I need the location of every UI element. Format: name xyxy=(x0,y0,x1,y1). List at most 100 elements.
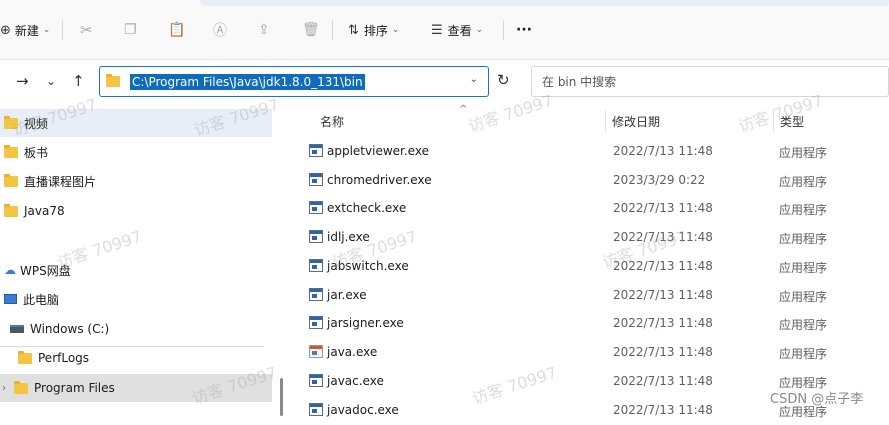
file-row[interactable]: jarsigner.exe 2022/7/13 11:48 应用程序 xyxy=(300,309,889,338)
chevron-right-icon: › xyxy=(2,382,6,394)
sidebar-item-videos[interactable]: 视频 xyxy=(0,109,272,137)
file-type: 应用程序 xyxy=(779,175,828,189)
file-type: 应用程序 xyxy=(779,232,828,246)
computer-icon xyxy=(4,294,17,304)
file-name: jabswitch.exe xyxy=(327,259,409,273)
search-input[interactable]: 在 bin 中搜索 xyxy=(531,66,889,97)
column-type[interactable]: 类型 xyxy=(780,113,804,130)
sidebar-item-label: Java78 xyxy=(24,204,65,218)
copy-button[interactable]: ❐ xyxy=(124,18,137,42)
file-type: 应用程序 xyxy=(779,146,828,160)
sidebar-item-java78[interactable]: Java78 xyxy=(0,197,272,225)
file-name: jarsigner.exe xyxy=(327,316,404,330)
recent-locations-icon[interactable]: ⌄ xyxy=(46,74,56,88)
view-button[interactable]: ☰ 查看 ⌄ xyxy=(431,18,483,42)
exe-icon xyxy=(309,173,323,186)
file-row[interactable]: extcheck.exe 2022/7/13 11:48 应用程序 xyxy=(300,194,889,223)
file-name: chromedriver.exe xyxy=(327,173,432,187)
cloud-icon: ☁ xyxy=(4,263,16,277)
exe-icon xyxy=(309,259,323,272)
file-date: 2022/7/13 11:48 xyxy=(613,403,713,417)
sidebar-scrollbar[interactable] xyxy=(280,378,283,416)
file-row[interactable]: java.exe 2022/7/13 11:48 应用程序 xyxy=(300,338,889,367)
new-icon: ⊕ xyxy=(0,22,11,38)
cut-icon: ✂ xyxy=(80,21,93,39)
file-type: 应用程序 xyxy=(779,290,828,304)
exe-icon xyxy=(309,403,323,416)
navigation-pane: 视频 板书 直播课程图片 Java78 ☁ WPS网盘 此电脑 Windows … xyxy=(0,106,272,416)
tab-strip-edge xyxy=(200,0,889,6)
share-button[interactable]: ⇪ xyxy=(258,18,270,42)
file-row[interactable]: jar.exe 2022/7/13 11:48 应用程序 xyxy=(300,281,889,310)
file-type: 应用程序 xyxy=(779,318,828,332)
file-date: 2023/3/29 0:22 xyxy=(613,173,706,187)
folder-icon xyxy=(4,144,18,158)
file-date: 2022/7/13 11:48 xyxy=(613,230,713,244)
folder-icon xyxy=(14,380,28,394)
cut-button[interactable]: ✂ xyxy=(80,18,93,42)
sidebar-item-label: WPS网盘 xyxy=(20,263,71,278)
file-date: 2022/7/13 11:48 xyxy=(613,144,713,158)
file-name: javac.exe xyxy=(327,374,384,388)
paste-button[interactable]: 📋 xyxy=(168,18,185,42)
rename-icon: Ⓐ xyxy=(213,23,227,39)
file-date: 2022/7/13 11:48 xyxy=(613,316,713,330)
column-date[interactable]: 修改日期 xyxy=(612,113,660,130)
sidebar-item-label: 此电脑 xyxy=(23,292,60,307)
file-row[interactable]: idlj.exe 2022/7/13 11:48 应用程序 xyxy=(300,223,889,252)
more-button[interactable]: ··· xyxy=(516,18,532,42)
sort-button[interactable]: ⇅ 排序 ⌄ xyxy=(348,18,399,42)
sidebar-item-windows-c[interactable]: Windows (C:) xyxy=(0,315,272,343)
file-date: 2022/7/13 11:48 xyxy=(613,345,713,359)
sidebar-item-blackboard[interactable]: 板书 xyxy=(0,138,272,166)
refresh-icon[interactable]: ↻ xyxy=(497,71,510,89)
up-arrow-icon[interactable]: ↑ xyxy=(72,72,85,90)
rename-button[interactable]: Ⓐ xyxy=(213,18,227,42)
sidebar-item-label: 直播课程图片 xyxy=(24,174,97,189)
exe-icon xyxy=(309,316,323,329)
new-button[interactable]: ⊕ 新建 ⌄ xyxy=(0,18,50,42)
file-name: appletviewer.exe xyxy=(327,144,429,158)
file-name: javadoc.exe xyxy=(327,403,399,417)
sidebar-item-label: 视频 xyxy=(24,116,49,131)
share-icon: ⇪ xyxy=(258,22,270,38)
exe-icon xyxy=(309,230,323,243)
file-row[interactable]: chromedriver.exe 2023/3/29 0:22 应用程序 xyxy=(300,166,889,195)
folder-icon xyxy=(4,203,18,217)
forward-arrow-icon[interactable]: → xyxy=(16,72,29,90)
sidebar-item-this-pc[interactable]: 此电脑 xyxy=(0,285,272,313)
column-name[interactable]: 名称 xyxy=(320,113,344,130)
folder-icon xyxy=(106,74,120,87)
file-type: 应用程序 xyxy=(779,261,828,275)
file-row[interactable]: appletviewer.exe 2022/7/13 11:48 应用程序 xyxy=(300,137,889,166)
chevron-down-icon[interactable]: ⌄ xyxy=(470,74,478,85)
file-row[interactable]: jabswitch.exe 2022/7/13 11:48 应用程序 xyxy=(300,252,889,281)
file-type: 应用程序 xyxy=(779,203,828,217)
sort-label: 排序 xyxy=(363,23,388,38)
paste-icon: 📋 xyxy=(168,22,186,38)
sidebar-item-label: 板书 xyxy=(24,145,49,160)
file-name: jar.exe xyxy=(327,288,367,302)
sidebar-item-label: PerfLogs xyxy=(38,351,90,365)
file-date: 2022/7/13 11:48 xyxy=(613,288,713,302)
column-divider[interactable] xyxy=(605,110,606,132)
address-path[interactable]: C:\Program Files\Java\jdk1.8.0_131\bin xyxy=(130,73,365,90)
command-bar: ⊕ 新建 ⌄ ✂ ❐ 📋 Ⓐ ⇪ 🗑 ⇅ 排序 ⌄ ☰ 查看 ⌄ ··· xyxy=(0,0,889,60)
delete-icon: 🗑 xyxy=(302,22,320,38)
delete-button[interactable]: 🗑 xyxy=(302,18,320,42)
more-icon: ··· xyxy=(516,22,532,38)
column-header: 名称 修改日期 类型 xyxy=(300,104,889,136)
chevron-down-icon: ⌄ xyxy=(391,25,400,35)
drive-icon xyxy=(10,325,24,333)
file-name: extcheck.exe xyxy=(327,201,407,215)
sidebar-item-label: Program Files xyxy=(34,381,115,395)
sidebar-item-perflogs[interactable]: PerfLogs xyxy=(0,344,272,372)
exe-icon xyxy=(309,374,323,387)
sidebar-item-wps-cloud[interactable]: ☁ WPS网盘 xyxy=(0,256,272,284)
chevron-down-icon: ⌄ xyxy=(42,25,51,35)
sidebar-item-program-files[interactable]: › Program Files xyxy=(0,374,272,402)
column-divider[interactable] xyxy=(773,110,774,132)
sidebar-item-live-images[interactable]: 直播课程图片 xyxy=(0,167,272,195)
address-bar[interactable]: C:\Program Files\Java\jdk1.8.0_131\bin ⌄ xyxy=(99,66,489,97)
sidebar-item-label: Windows (C:) xyxy=(30,322,110,336)
